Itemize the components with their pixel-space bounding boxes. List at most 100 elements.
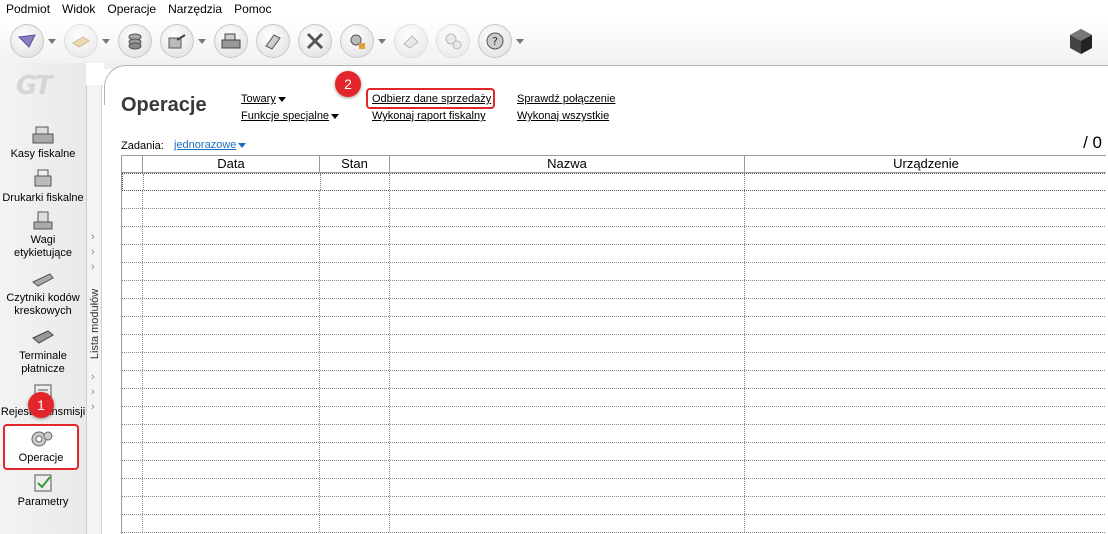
table-cell bbox=[122, 407, 143, 424]
annotation-badge-1: 1 bbox=[28, 392, 54, 418]
chevron-right-icon: › bbox=[91, 371, 95, 383]
table-cell bbox=[745, 191, 1106, 208]
table-cell bbox=[745, 281, 1106, 298]
table-cell bbox=[320, 353, 390, 370]
sidebar-item-operacje[interactable]: Operacje bbox=[3, 424, 79, 470]
help-dropdown[interactable] bbox=[516, 38, 524, 44]
sidebar-item-label: Czytniki kodów kreskowych bbox=[6, 292, 80, 317]
menu-operacje[interactable]: Operacje bbox=[101, 0, 162, 19]
sidebar-item-terminale-platnicze[interactable]: Terminale płatnicze bbox=[0, 326, 86, 376]
menu-podmiot[interactable]: Podmiot bbox=[0, 0, 56, 19]
column-header-selector[interactable] bbox=[122, 156, 143, 172]
odbierz-dane-sprzedazy-link[interactable]: Odbierz dane sprzedaży bbox=[372, 93, 491, 105]
chevron-right-icon: › bbox=[91, 246, 95, 258]
menu-bar: Podmiot Widok Operacje Narzędzia Pomoc bbox=[0, 0, 1108, 19]
table-cell bbox=[320, 317, 390, 334]
cash-register-icon[interactable] bbox=[214, 24, 248, 58]
column-header-nazwa[interactable]: Nazwa bbox=[390, 156, 745, 172]
table-row[interactable] bbox=[122, 515, 1106, 533]
table-cell bbox=[390, 353, 745, 370]
table-cell bbox=[390, 191, 745, 208]
settings-dropdown[interactable] bbox=[378, 38, 386, 44]
wykonaj-raport-fiskalny-link[interactable]: Wykonaj raport fiskalny bbox=[372, 110, 486, 122]
gears-icon[interactable] bbox=[436, 24, 470, 58]
table-cell bbox=[320, 479, 390, 496]
sidebar-item-kasy-fiskalne[interactable]: Kasy fiskalne bbox=[0, 124, 86, 161]
menu-widok[interactable]: Widok bbox=[56, 0, 101, 19]
table-cell bbox=[122, 245, 143, 262]
table-row[interactable] bbox=[122, 245, 1106, 263]
table-cell bbox=[390, 227, 745, 244]
coins-icon[interactable] bbox=[118, 24, 152, 58]
export-icon[interactable] bbox=[160, 24, 194, 58]
column-header-urzadzenie[interactable]: Urządzenie bbox=[745, 156, 1106, 172]
table-row[interactable] bbox=[122, 173, 1106, 191]
table-row[interactable] bbox=[122, 407, 1106, 425]
sidebar-item-wagi-etykietujace[interactable]: Wagi etykietujące bbox=[0, 210, 86, 260]
table-row[interactable] bbox=[122, 209, 1106, 227]
sidebar-item-czytniki-kodow[interactable]: Czytniki kodów kreskowych bbox=[0, 268, 86, 318]
sprawdz-polaczenie-link[interactable]: Sprawdź połączenie bbox=[517, 93, 615, 105]
table-cell bbox=[122, 281, 143, 298]
envelope-icon[interactable] bbox=[10, 24, 44, 58]
table-row[interactable] bbox=[122, 389, 1106, 407]
table-cell bbox=[143, 191, 320, 208]
tools-icon[interactable] bbox=[298, 24, 332, 58]
menu-narzedzia[interactable]: Narzędzia bbox=[162, 0, 228, 19]
envelope-dropdown[interactable] bbox=[48, 38, 56, 44]
export-dropdown[interactable] bbox=[198, 38, 206, 44]
chevron-right-icon: › bbox=[91, 231, 95, 243]
forward-icon[interactable] bbox=[64, 24, 98, 58]
sidebar-item-parametry[interactable]: Parametry bbox=[0, 472, 86, 509]
scale-icon bbox=[33, 211, 53, 230]
column-header-data[interactable]: Data bbox=[143, 156, 320, 172]
table-cell bbox=[122, 191, 143, 208]
funkcje-specjalne-dropdown[interactable]: Funkcje specjalne bbox=[241, 110, 340, 122]
svg-text:?: ? bbox=[492, 35, 498, 48]
printer-icon bbox=[34, 169, 52, 187]
sidebar-item-label: Parametry bbox=[17, 496, 69, 508]
towary-dropdown[interactable]: Towary bbox=[241, 93, 286, 105]
table-row[interactable] bbox=[122, 263, 1106, 281]
table-row[interactable] bbox=[122, 335, 1106, 353]
task-counter: / 0 bbox=[1083, 133, 1102, 152]
sidebar-item-drukarki-fiskalne[interactable]: Drukarki fiskalne bbox=[0, 168, 86, 205]
table-cell bbox=[390, 443, 745, 460]
table-row[interactable] bbox=[122, 479, 1106, 497]
help-icon[interactable]: ? bbox=[478, 24, 512, 58]
table-row[interactable] bbox=[122, 353, 1106, 371]
table-cell bbox=[745, 371, 1106, 388]
book-icon[interactable] bbox=[256, 24, 290, 58]
table-cell bbox=[122, 299, 143, 316]
table-row[interactable] bbox=[122, 497, 1106, 515]
table-row[interactable] bbox=[122, 227, 1106, 245]
table-cell bbox=[745, 209, 1106, 226]
table-row[interactable] bbox=[122, 371, 1106, 389]
table-row[interactable] bbox=[122, 299, 1106, 317]
table-row[interactable] bbox=[122, 443, 1106, 461]
table-cell bbox=[390, 371, 745, 388]
table-cell bbox=[122, 227, 143, 244]
wykonaj-wszystkie-link[interactable]: Wykonaj wszystkie bbox=[517, 110, 609, 122]
chevron-down-icon bbox=[277, 96, 286, 102]
table-row[interactable] bbox=[122, 191, 1106, 209]
settings-icon[interactable] bbox=[340, 24, 374, 58]
table-cell bbox=[390, 461, 745, 478]
menu-pomoc[interactable]: Pomoc bbox=[228, 0, 277, 19]
table-cell bbox=[143, 515, 320, 532]
eraser-icon[interactable] bbox=[394, 24, 428, 58]
module-list-toggle[interactable]: › › › Lista modułów › › › bbox=[86, 85, 102, 534]
sidebar-item-label: Drukarki fiskalne bbox=[2, 192, 84, 204]
table-row[interactable] bbox=[122, 425, 1106, 443]
forward-dropdown[interactable] bbox=[102, 38, 110, 44]
table-row[interactable] bbox=[122, 317, 1106, 335]
cube-icon[interactable] bbox=[1068, 27, 1094, 55]
table-cell bbox=[390, 263, 745, 280]
column-header-stan[interactable]: Stan bbox=[320, 156, 390, 172]
sidebar-item-label: Kasy fiskalne bbox=[10, 148, 76, 160]
sidebar-item-label: Wagi etykietujące bbox=[13, 234, 73, 259]
zadania-dropdown[interactable]: jednorazowe bbox=[174, 139, 247, 151]
table-row[interactable] bbox=[122, 281, 1106, 299]
table-row[interactable] bbox=[122, 461, 1106, 479]
table-cell bbox=[390, 515, 745, 532]
